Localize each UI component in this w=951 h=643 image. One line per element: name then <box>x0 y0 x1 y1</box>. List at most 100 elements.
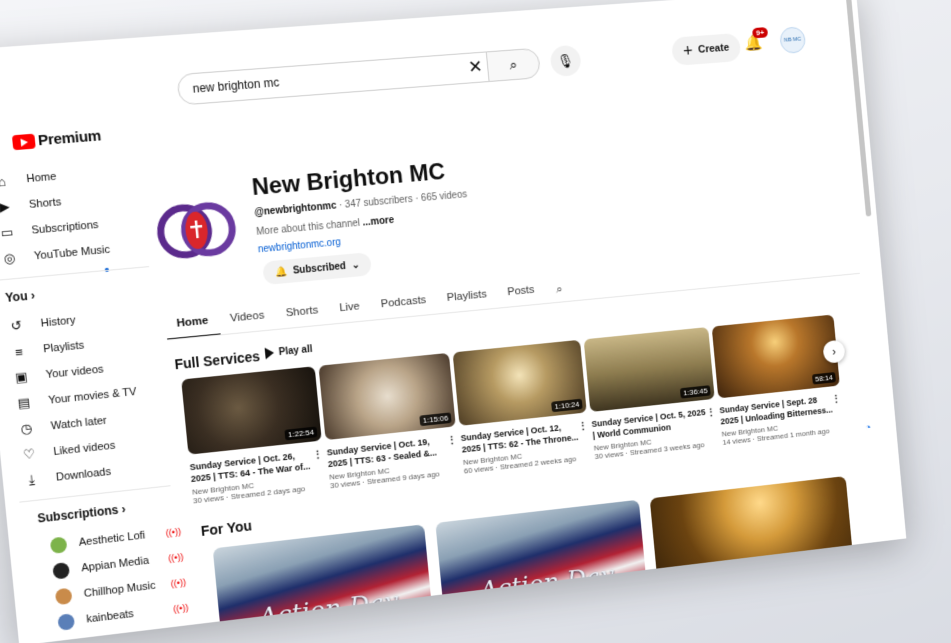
sidebar-item-movies[interactable]: ▤ Your movies & TV <box>15 382 138 414</box>
more-link[interactable]: ...more <box>362 215 394 228</box>
sidebar-item-youtube-music[interactable]: ◎ YouTube Music <box>1 240 111 269</box>
more-options-icon[interactable]: ⋮ <box>705 406 717 419</box>
shorts-icon: ▶ <box>0 198 11 215</box>
chevron-down-icon: ⌄ <box>351 259 361 271</box>
duration-badge: 1:36:45 <box>680 385 711 399</box>
music-icon: ◎ <box>3 250 17 267</box>
subscriptions-title: Subscriptions <box>36 502 120 526</box>
video-thumbnail[interactable]: 1:10:24 <box>452 339 587 426</box>
avatar <box>54 587 73 606</box>
sidebar-item-liked-videos[interactable]: ♡ Liked videos <box>20 436 116 466</box>
sidebar-item-watch-later[interactable]: ◷ Watch later <box>17 411 107 440</box>
sidebar-item-label: Watch later <box>50 414 108 433</box>
video-thumbnail[interactable]: 1:22:54 <box>181 366 322 455</box>
sidebar-item-your-videos[interactable]: ▣ Your videos <box>12 360 104 389</box>
video-card[interactable]: 58:14 Sunday Service | Sept. 28 2025 | Un… <box>711 314 845 447</box>
watch-later-icon: ◷ <box>20 420 34 437</box>
sidebar-item-history[interactable]: ↺ History <box>7 311 76 337</box>
channel-website-link[interactable]: newbrightonmc.org <box>258 237 342 255</box>
account-avatar[interactable]: NB MC <box>779 26 807 55</box>
video-thumbnail[interactable] <box>649 476 856 611</box>
sidebar-item-label: YouTube Music <box>33 243 111 263</box>
subscription-label: Aesthetic Lofi <box>78 529 146 549</box>
video-thumbnail[interactable]: 1:15:06 <box>318 352 456 441</box>
sidebar-item-label: Playlists <box>42 339 85 356</box>
channel-tabs: Home Videos Shorts Live Podcasts Playlis… <box>165 280 575 341</box>
microphone-icon: 🎙 <box>556 52 575 69</box>
voice-search-button[interactable]: 🎙 <box>549 44 582 78</box>
video-thumbnail[interactable]: 58:14 <box>711 314 840 399</box>
duration-badge: 1:22:54 <box>284 426 318 441</box>
sidebar: Premium ⌂ Home ▶ Shorts ▭ Subscriptions ◎ Yo… <box>0 38 190 643</box>
duration-badge: 1:10:24 <box>551 398 583 413</box>
video-thumbnail[interactable]: Action Day <box>435 499 650 638</box>
more-options-icon[interactable]: ⋮ <box>831 393 842 406</box>
video-card[interactable]: 1:22:54 Sunday Service | Oct. 26, 2025 | … <box>181 366 326 505</box>
channel-description[interactable]: More about this channel ...more <box>256 215 395 238</box>
video-thumbnail[interactable]: Action Day <box>212 524 435 643</box>
clear-search-icon[interactable]: ✕ <box>467 57 483 78</box>
subscription-label: Appian Media <box>80 554 150 575</box>
video-card[interactable]: 1:10:24 Sunday Service | Oct. 12, 2025 | … <box>452 339 592 475</box>
sidebar-item-subscriptions[interactable]: ▭ Subscriptions <box>0 215 99 243</box>
more-options-icon[interactable]: ⋮ <box>446 434 458 448</box>
channel-logo[interactable] <box>153 188 240 273</box>
subscribed-button[interactable]: 🔔 Subscribed ⌄ <box>262 252 373 286</box>
more-options-icon[interactable]: ⋮ <box>577 420 588 433</box>
youtube-window: Premium ⌂ Home ▶ Shorts ▭ Subscriptions ◎ Yo… <box>0 0 907 643</box>
live-icon: ((•)) <box>170 577 187 589</box>
plus-icon: + <box>682 40 694 61</box>
sidebar-divider <box>0 266 150 281</box>
section-title-full-services: Full Services <box>173 348 261 373</box>
scrollbar[interactable] <box>845 0 872 217</box>
duration-badge: 1:15:06 <box>419 412 452 427</box>
subscription-label: kainbeats <box>85 608 135 626</box>
thumbnail-text: Action Day <box>257 587 400 634</box>
search-button[interactable]: ⌕ <box>485 47 542 83</box>
play-all-button[interactable]: Play all <box>264 343 313 360</box>
youtube-premium-logo[interactable]: Premium <box>11 127 102 152</box>
video-thumbnail[interactable]: 1:36:45 <box>583 326 715 412</box>
side-extension-icon[interactable]: ◔ <box>865 421 880 437</box>
avatar <box>52 562 71 580</box>
sidebar-item-label: History <box>40 314 77 330</box>
thumbnail-text: Action Day <box>478 561 616 607</box>
live-icon: ((•)) <box>172 602 189 615</box>
channel-handle: @newbrightonmc <box>253 200 337 219</box>
sidebar-item-home[interactable]: ⌂ Home <box>0 167 57 192</box>
sidebar-item-label: Subscriptions <box>31 219 100 237</box>
sidebar-subscriptions-header[interactable]: Subscriptions › <box>37 502 127 525</box>
movies-icon: ▤ <box>16 394 31 411</box>
avatar <box>49 536 68 555</box>
sidebar-item-downloads[interactable]: ⤓ Downloads <box>23 462 112 491</box>
sidebar-item-label: Home <box>25 170 57 186</box>
sidebar-you-header[interactable]: You › <box>5 288 36 305</box>
sidebar-item-label: Shorts <box>28 196 62 211</box>
download-icon: ⤓ <box>27 472 36 488</box>
sidebar-item-label: Downloads <box>55 465 112 484</box>
more-options-icon[interactable]: ⋮ <box>312 448 324 462</box>
playlists-icon: ≡ <box>14 343 24 360</box>
sidebar-item-shorts[interactable]: ▶ Shorts <box>0 192 62 217</box>
history-icon: ↺ <box>10 317 23 334</box>
youtube-logo-icon <box>11 133 36 151</box>
create-button[interactable]: + Create <box>670 32 742 67</box>
search-query: new brighton mc <box>192 75 280 96</box>
logo-text: Premium <box>37 127 102 150</box>
video-card[interactable]: 1:36:45 Sunday Service | Oct. 5, 2025 | W… <box>583 326 720 461</box>
subscription-label: Chillhop Music <box>83 579 157 600</box>
account-avatar-text: NB MC <box>783 36 802 44</box>
sidebar-item-playlists[interactable]: ≡ Playlists <box>10 336 85 363</box>
subscribed-label: Subscribed <box>292 260 347 277</box>
you-title: You <box>4 289 29 305</box>
video-card[interactable]: 1:15:06 Sunday Service | Oct. 19, 2025 | … <box>318 352 460 490</box>
play-all-label: Play all <box>278 343 313 358</box>
sidebar-item-label: Your videos <box>45 363 105 382</box>
home-icon: ⌂ <box>0 173 7 189</box>
bell-icon: 🔔 <box>274 265 288 278</box>
your-videos-icon: ▣ <box>14 368 29 386</box>
sidebar-item-label: Your movies & TV <box>47 386 138 407</box>
play-icon <box>264 346 275 360</box>
search-icon: ⌕ <box>508 56 519 74</box>
avatar <box>57 613 76 631</box>
